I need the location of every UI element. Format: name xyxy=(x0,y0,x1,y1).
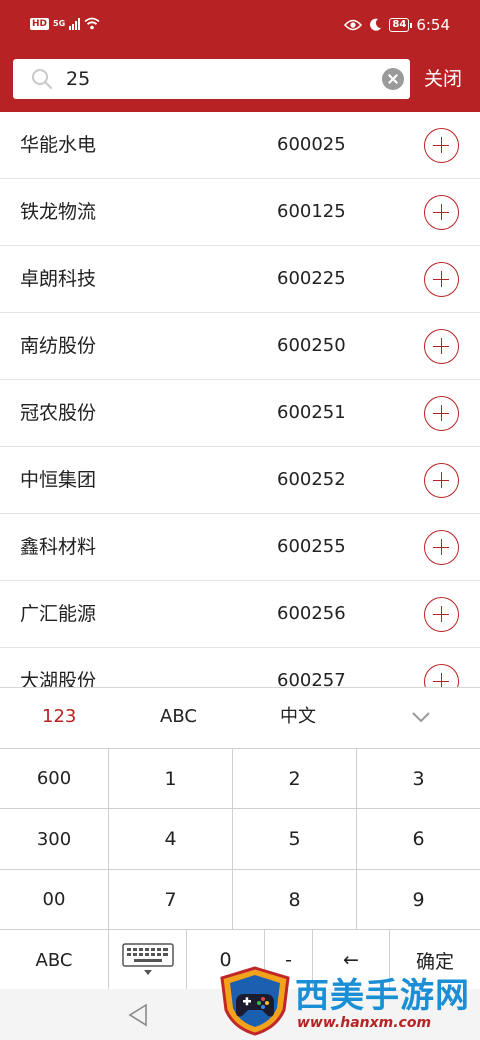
app-header: HD 5G 84 6:54 25 关闭 xyxy=(0,0,480,112)
key-600[interactable]: 600 xyxy=(0,748,109,808)
wifi-icon xyxy=(84,17,100,30)
key-1[interactable]: 1 xyxy=(109,748,233,808)
key-3[interactable]: 3 xyxy=(357,748,480,808)
keyboard-tab-chinese[interactable]: 中文 xyxy=(280,704,316,730)
key-abc[interactable]: ABC xyxy=(0,929,109,990)
stock-name: 鑫科材料 xyxy=(20,536,97,558)
eye-icon xyxy=(344,19,363,31)
numeric-keyboard: 123 ABC 中文 600 300 00 ABC 1 2 3 4 5 6 7 … xyxy=(0,687,480,990)
search-input[interactable] xyxy=(66,65,366,93)
keyboard-icon xyxy=(121,943,174,975)
key-4[interactable]: 4 xyxy=(109,808,233,869)
list-item[interactable]: 大湖股份 600257 xyxy=(0,648,480,687)
list-item[interactable]: 卓朗科技 600225 xyxy=(0,246,480,313)
list-item[interactable]: 华能水电 600025 xyxy=(0,112,480,179)
add-icon[interactable] xyxy=(424,396,459,431)
stock-name: 南纺股份 xyxy=(20,335,97,357)
stock-name: 广汇能源 xyxy=(20,603,97,625)
keyboard-tab-123[interactable]: 123 xyxy=(42,704,76,730)
list-item[interactable]: 广汇能源 600256 xyxy=(0,581,480,648)
stock-code: 600255 xyxy=(277,536,346,557)
list-item[interactable]: 鑫科材料 600255 xyxy=(0,514,480,581)
key-5[interactable]: 5 xyxy=(233,808,357,869)
add-icon[interactable] xyxy=(424,329,459,364)
watermark-url: www.hanxm.com xyxy=(297,1015,432,1031)
keyboard-keys: 600 300 00 ABC 1 2 3 4 5 6 7 8 9 0 - ← 确… xyxy=(0,748,480,990)
stock-name: 铁龙物流 xyxy=(20,201,97,223)
add-icon[interactable] xyxy=(424,262,459,297)
stock-code: 600256 xyxy=(277,603,346,624)
stock-code: 600252 xyxy=(277,469,346,490)
key-9[interactable]: 9 xyxy=(357,869,480,929)
gamepad-shield-logo xyxy=(220,966,290,1036)
key-6[interactable]: 6 xyxy=(357,808,480,869)
add-icon[interactable] xyxy=(424,128,459,163)
list-item[interactable]: 冠农股份 600251 xyxy=(0,380,480,447)
search-results-list[interactable]: 华能水电 600025 铁龙物流 600125 卓朗科技 600225 南纺股份… xyxy=(0,112,480,687)
add-icon[interactable] xyxy=(424,195,459,230)
keyboard-switch-button[interactable] xyxy=(109,929,187,990)
key-8[interactable]: 8 xyxy=(233,869,357,929)
keyboard-tab-abc[interactable]: ABC xyxy=(160,704,197,730)
stock-code: 600257 xyxy=(277,670,346,687)
hd-badge: HD xyxy=(30,17,50,30)
clear-icon[interactable] xyxy=(382,68,404,90)
list-item[interactable]: 南纺股份 600250 xyxy=(0,313,480,380)
stock-code: 600251 xyxy=(277,402,346,423)
search-icon xyxy=(32,69,52,89)
chevron-down-icon[interactable] xyxy=(410,706,432,728)
back-icon[interactable] xyxy=(127,1003,149,1027)
stock-name: 华能水电 xyxy=(20,134,97,156)
add-icon[interactable] xyxy=(424,463,459,498)
moon-icon xyxy=(370,18,382,31)
battery-indicator: 84 xyxy=(389,18,413,32)
stock-name: 卓朗科技 xyxy=(20,268,97,290)
watermark-title: 西美手游网 xyxy=(295,976,470,1016)
status-left: HD 5G xyxy=(30,17,100,30)
list-item[interactable]: 中恒集团 600252 xyxy=(0,447,480,514)
add-icon[interactable] xyxy=(424,597,459,632)
status-bar: HD 5G 84 6:54 xyxy=(0,0,480,54)
add-icon[interactable] xyxy=(424,664,459,687)
stock-code: 600225 xyxy=(277,268,346,289)
stock-name: 大湖股份 xyxy=(20,670,97,687)
add-icon[interactable] xyxy=(424,530,459,565)
stock-code: 600125 xyxy=(277,201,346,222)
stock-code: 600250 xyxy=(277,335,346,356)
signal-icon xyxy=(69,17,81,30)
key-00[interactable]: 00 xyxy=(0,869,109,929)
clock: 6:54 xyxy=(416,16,450,34)
stock-name: 中恒集团 xyxy=(20,469,97,491)
list-item[interactable]: 铁龙物流 600125 xyxy=(0,179,480,246)
key-300[interactable]: 300 xyxy=(0,808,109,869)
keyboard-tabs: 123 ABC 中文 xyxy=(0,688,480,748)
network-type: 5G xyxy=(53,18,66,28)
status-right: 84 6:54 xyxy=(344,16,450,34)
search-box[interactable] xyxy=(13,59,410,99)
key-2[interactable]: 2 xyxy=(233,748,357,808)
stock-name: 冠农股份 xyxy=(20,402,97,424)
close-button[interactable]: 关闭 xyxy=(424,66,462,92)
key-7[interactable]: 7 xyxy=(109,869,233,929)
stock-code: 600025 xyxy=(277,134,346,155)
